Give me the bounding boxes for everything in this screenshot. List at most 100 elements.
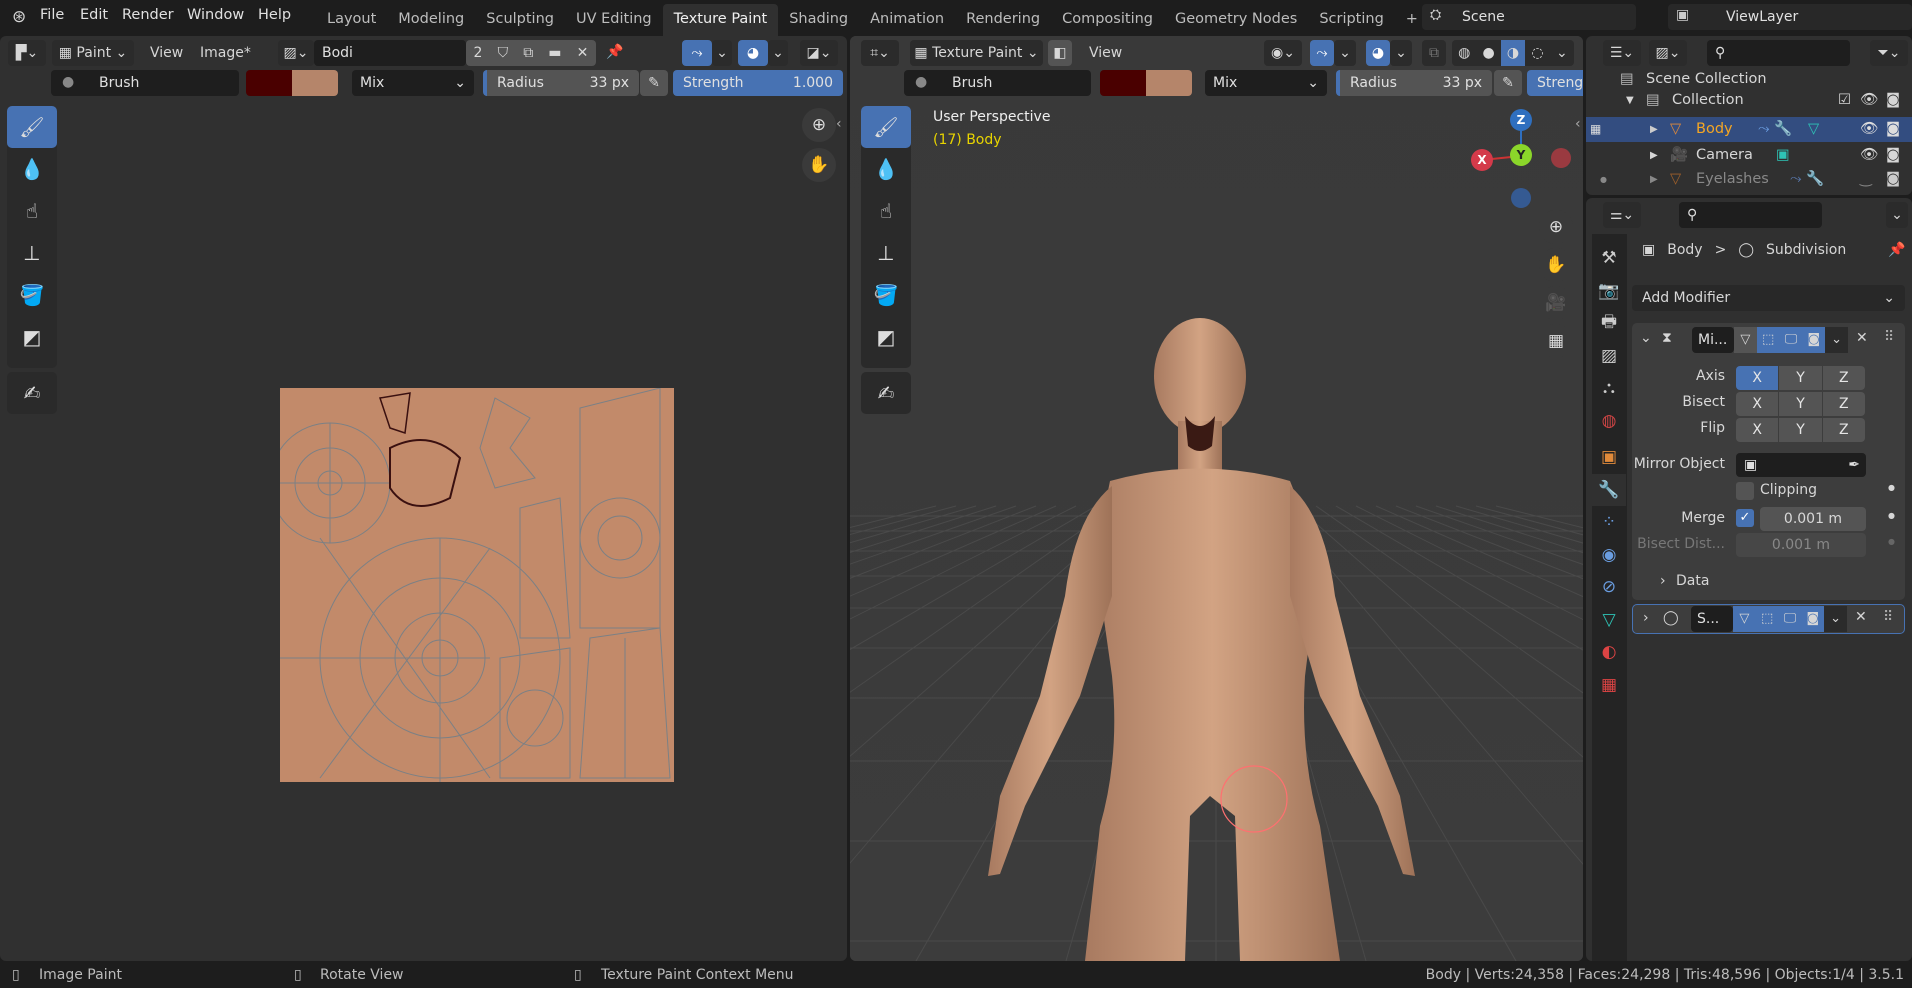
clone-tool-icon[interactable]: ⊥ (7, 232, 57, 274)
expand-icon[interactable]: › (1643, 610, 1649, 626)
smear-tool-icon[interactable]: ☝ (861, 190, 911, 232)
render-icon[interactable]: ◙ (1801, 606, 1825, 632)
solid-shading-icon[interactable]: ● (1476, 40, 1500, 66)
gizmo-z-axis[interactable]: Z (1510, 109, 1532, 131)
editor-type-button[interactable]: ⌗⌄ (861, 40, 899, 66)
zoom-icon[interactable]: ⊕ (802, 108, 836, 142)
soften-tool-icon[interactable]: 💧 (7, 148, 57, 190)
secondary-color-swatch[interactable] (292, 70, 338, 96)
chevron-down-icon[interactable]: ⌄ (768, 40, 788, 66)
gizmo-y-axis[interactable]: Y (1510, 144, 1532, 166)
workspace-tab[interactable]: Sculpting (475, 4, 565, 36)
checkbox-icon[interactable]: ☑ (1838, 88, 1851, 113)
delete-modifier-icon[interactable]: ✕ (1855, 609, 1867, 625)
primary-color-swatch[interactable] (1100, 70, 1146, 96)
overlays-icon[interactable]: ◕ (1366, 40, 1390, 66)
axis-x-toggle[interactable]: X (1736, 366, 1779, 390)
menu-view[interactable]: View (150, 45, 183, 61)
material-preview-icon[interactable]: ◑ (1500, 40, 1526, 66)
unlink-icon[interactable]: ✕ (577, 40, 589, 66)
camera-render-icon[interactable]: ◙ (1886, 88, 1900, 113)
view-layer-icon[interactable]: ▨ (1592, 340, 1626, 372)
workspace-tab[interactable]: Modeling (387, 4, 475, 36)
filter-view-icon[interactable]: ▨⌄ (1649, 40, 1687, 66)
workspace-tab[interactable]: Scripting (1308, 4, 1394, 36)
menu-view[interactable]: View (1089, 45, 1122, 61)
blend-mode-dropdown[interactable]: Mix ⌄ (1205, 70, 1327, 96)
visibility-icon[interactable]: ◉⌄ (1264, 40, 1302, 66)
mode-dropdown[interactable]: ▦ Texture Paint ⌄ (910, 40, 1043, 66)
menu-render[interactable]: Render (122, 7, 174, 23)
pan-hand-icon[interactable]: ✋ (802, 148, 836, 182)
xray-toggle-icon[interactable]: ⧉ (1422, 40, 1446, 66)
modifier-name-field[interactable]: Mi... (1692, 327, 1734, 353)
zoom-icon[interactable]: ⊕ (1539, 210, 1573, 244)
annotate-tool-icon[interactable]: ✍ (7, 372, 57, 414)
merge-checkbox[interactable]: ✓ (1736, 509, 1754, 527)
filter-icon[interactable]: ⏷⌄ (1870, 40, 1908, 66)
merge-distance-field[interactable]: 0.001 m (1760, 507, 1866, 531)
viewport-display-icon[interactable]: 🖵 (1778, 606, 1802, 632)
smear-tool-icon[interactable]: ☝ (7, 190, 57, 232)
brush-selector[interactable]: Brush (904, 70, 1091, 96)
flip-x-toggle[interactable]: X (1736, 418, 1779, 442)
outliner-collection[interactable]: ▼ ▤ Collection ☑ 👁 ◙ (1586, 88, 1912, 113)
mode-dropdown[interactable]: ▦ Paint ⌄ (52, 40, 134, 66)
properties-search-input[interactable]: ⚲ (1679, 202, 1822, 228)
open-image-icon[interactable]: ▬ (548, 40, 561, 66)
pressure-icon[interactable]: ✎ (640, 70, 668, 96)
chevron-down-icon[interactable]: ⌄ (1825, 327, 1848, 353)
image-browse-icon[interactable]: ▨⌄ (278, 40, 314, 66)
texture-icon[interactable]: ▦ (1592, 669, 1626, 701)
bisect-z-toggle[interactable]: Z (1822, 392, 1865, 416)
sidebar-toggle-icon[interactable]: ‹ (1575, 116, 1581, 132)
flip-z-toggle[interactable]: Z (1822, 418, 1865, 442)
pin-icon[interactable]: 📌 (606, 44, 623, 60)
collapse-icon[interactable]: ⌄ (1640, 330, 1652, 346)
modifier-name-field[interactable]: S... (1691, 606, 1733, 632)
drag-handle-icon[interactable]: ⠿ (1883, 609, 1893, 625)
primary-color-swatch[interactable] (246, 70, 292, 96)
outliner-item-eyelashes[interactable]: ● ▶ ▽ Eyelashes ⤳ 🔧 ‿ ◙ (1586, 167, 1912, 192)
axis-z-toggle[interactable]: Z (1822, 366, 1865, 390)
strength-slider[interactable]: Strength 1.000 (673, 70, 843, 96)
draw-brush-tool-icon[interactable]: 🖌 (7, 106, 57, 148)
edit-cage-icon[interactable]: ▽ (1734, 327, 1757, 353)
secondary-color-swatch[interactable] (1146, 70, 1192, 96)
rendered-shading-icon[interactable]: ◌ (1525, 40, 1549, 66)
soften-tool-icon[interactable]: 💧 (861, 148, 911, 190)
material-icon[interactable]: ◐ (1592, 636, 1626, 668)
constraints-icon[interactable]: ⊘ (1592, 571, 1626, 603)
pan-hand-icon[interactable]: ✋ (1539, 248, 1573, 282)
data-subpanel-header[interactable]: Data (1676, 573, 1709, 589)
mask-tool-icon[interactable]: ◩ (861, 316, 911, 358)
view-layer-selector[interactable]: ViewLayer (1668, 4, 1912, 30)
keyframe-dot-icon[interactable]: ● (1888, 537, 1895, 546)
clone-tool-icon[interactable]: ⊥ (861, 232, 911, 274)
outliner-search-input[interactable]: ⚲ (1707, 40, 1850, 66)
render-icon[interactable]: 📷 (1592, 275, 1626, 307)
chevron-down-icon[interactable]: ⌄ (1550, 40, 1574, 66)
scene-selector[interactable]: Scene (1422, 4, 1636, 30)
output-icon[interactable]: 🖶 (1592, 307, 1626, 339)
eye-hidden-icon[interactable]: ‿ (1860, 167, 1872, 192)
expand-icon[interactable]: ▶ (1650, 143, 1658, 168)
3d-viewport[interactable]: ⌗⌄ ▦ Texture Paint ⌄ ◧ View ◉⌄ ⤳ ⌄ ◕ ⌄ ⧉… (850, 36, 1583, 961)
viewport-display-icon[interactable]: 🖵 (1779, 327, 1803, 353)
gizmo-x-axis[interactable]: X (1471, 149, 1493, 171)
display-mode-icon[interactable]: ☰⌄ (1603, 40, 1641, 66)
workspace-tab[interactable]: UV Editing (565, 4, 663, 36)
axis-y-toggle[interactable]: Y (1779, 366, 1822, 390)
flip-y-toggle[interactable]: Y (1779, 418, 1822, 442)
draw-brush-tool-icon[interactable]: 🖌 (861, 106, 911, 148)
overlays-icon[interactable]: ◕ (738, 40, 768, 66)
drag-handle-icon[interactable]: ⠿ (1884, 329, 1894, 345)
workspace-tab[interactable]: Compositing (1051, 4, 1164, 36)
radius-slider[interactable]: Radius 33 px (1336, 70, 1492, 96)
clipping-checkbox[interactable] (1736, 482, 1754, 500)
menu-window[interactable]: Window (187, 7, 244, 23)
bisect-x-toggle[interactable]: X (1736, 392, 1779, 416)
menu-help[interactable]: Help (258, 7, 291, 23)
uv-sculpt-icon[interactable]: ⤳ (682, 40, 712, 66)
image-name-field[interactable]: Bodi (314, 40, 466, 66)
